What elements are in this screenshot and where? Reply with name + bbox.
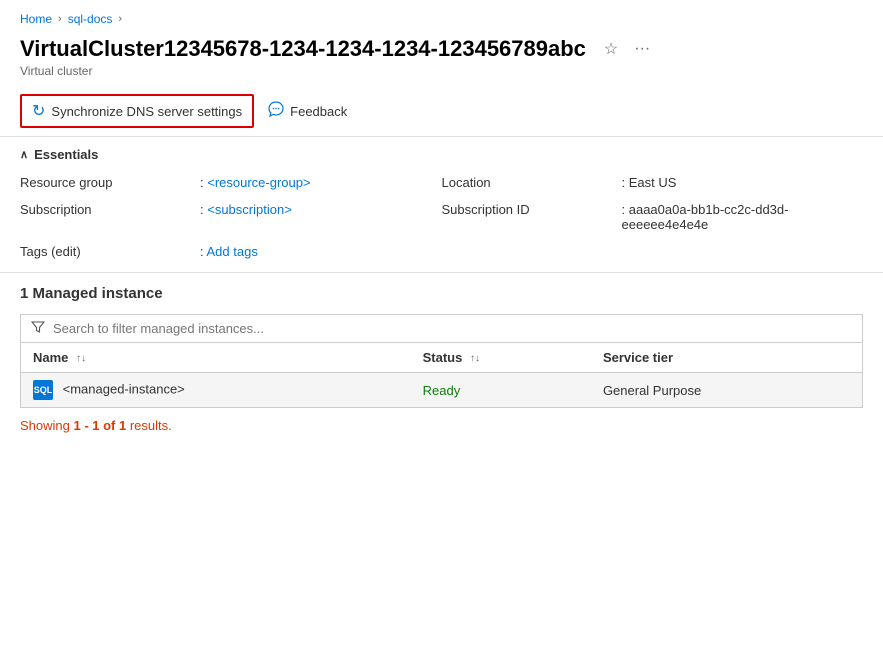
col-service-tier: Service tier <box>591 343 862 373</box>
col-status: Status ↑↓ <box>411 343 591 373</box>
managed-instances-table: Name ↑↓ Status ↑↓ Service tier SQL <box>21 343 862 407</box>
showing-range: 1 - 1 of 1 <box>73 418 126 433</box>
managed-instances-title: 1 Managed instance <box>20 285 863 302</box>
row-service-tier: General Purpose <box>591 373 862 408</box>
colon-subid: : <box>622 202 629 217</box>
colon-location: : <box>622 175 629 190</box>
table-header: Name ↑↓ Status ↑↓ Service tier <box>21 343 862 373</box>
table-body: SQL <managed-instance> Ready General Pur… <box>21 373 862 408</box>
row-name: SQL <managed-instance> <box>21 373 411 408</box>
tags-edit-link[interactable]: edit <box>55 244 76 259</box>
sort-name-icon[interactable]: ↑↓ <box>76 353 86 364</box>
field-label-sub: Subscription <box>20 199 200 235</box>
field-label-subid: Subscription ID <box>442 199 622 235</box>
sync-icon: ↻ <box>32 101 45 121</box>
sync-dns-button[interactable]: ↻ Synchronize DNS server settings <box>20 94 254 128</box>
field-value-rg: : <resource-group> <box>200 172 442 193</box>
add-tags-link[interactable]: Add tags <box>207 244 258 259</box>
location-value: East US <box>629 175 677 190</box>
breadcrumb-sqldocs[interactable]: sql-docs <box>68 12 113 26</box>
table-container: Name ↑↓ Status ↑↓ Service tier SQL <box>20 343 863 408</box>
essentials-header[interactable]: ∧ Essentials <box>20 147 863 162</box>
table-row: SQL <managed-instance> Ready General Pur… <box>21 373 862 408</box>
essentials-chevron: ∧ <box>20 148 28 161</box>
search-input[interactable] <box>53 321 852 336</box>
row-status: Ready <box>411 373 591 408</box>
subscription-id-value: aaaa0a0a-bb1b-cc2c-dd3d-eeeeee4e4e4e <box>622 202 789 232</box>
feedback-button[interactable]: Feedback <box>258 96 357 126</box>
showing-prefix: Showing <box>20 418 73 433</box>
title-icons: ☆ ··· <box>600 37 654 61</box>
toolbar: ↻ Synchronize DNS server settings Feedba… <box>0 86 883 137</box>
managed-instances-section: 1 Managed instance Name ↑↓ Status ↑↓ <box>0 273 883 445</box>
showing-results: Showing 1 - 1 of 1 results. <box>20 418 863 433</box>
showing-suffix: results. <box>126 418 172 433</box>
feedback-icon <box>268 101 284 121</box>
field-value-location: : East US <box>622 172 864 193</box>
essentials-section: ∧ Essentials Resource group : <resource-… <box>0 137 883 273</box>
field-value-tags: : Add tags <box>200 241 442 262</box>
essentials-grid: Resource group : <resource-group> Locati… <box>20 172 863 262</box>
field-label-rg: Resource group <box>20 172 200 193</box>
more-button[interactable]: ··· <box>630 38 654 60</box>
field-label-tags: Tags (edit) <box>20 241 200 262</box>
sync-dns-label: Synchronize DNS server settings <box>51 104 242 119</box>
field-label-location: Location <box>442 172 622 193</box>
filter-icon <box>31 320 45 337</box>
essentials-title: Essentials <box>34 147 98 162</box>
managed-instance-icon: SQL <box>33 380 53 400</box>
field-value-sub: : <subscription> <box>200 199 442 235</box>
feedback-label: Feedback <box>290 104 347 119</box>
pin-button[interactable]: ☆ <box>600 37 622 61</box>
sort-status-icon[interactable]: ↑↓ <box>470 353 480 364</box>
field-value-subid: : aaaa0a0a-bb1b-cc2c-dd3d-eeeeee4e4e4e <box>622 199 864 235</box>
page-title-text: VirtualCluster12345678-1234-1234-1234-12… <box>20 36 586 62</box>
search-bar <box>20 314 863 343</box>
page-title-row: VirtualCluster12345678-1234-1234-1234-12… <box>20 36 863 62</box>
page-subtitle: Virtual cluster <box>20 64 863 78</box>
page-header: VirtualCluster12345678-1234-1234-1234-12… <box>0 32 883 86</box>
col-name: Name ↑↓ <box>21 343 411 373</box>
subscription-link[interactable]: <subscription> <box>207 202 292 217</box>
resource-group-link[interactable]: <resource-group> <box>207 175 310 190</box>
breadcrumb: Home › sql-docs › <box>0 0 883 32</box>
breadcrumb-home[interactable]: Home <box>20 12 52 26</box>
